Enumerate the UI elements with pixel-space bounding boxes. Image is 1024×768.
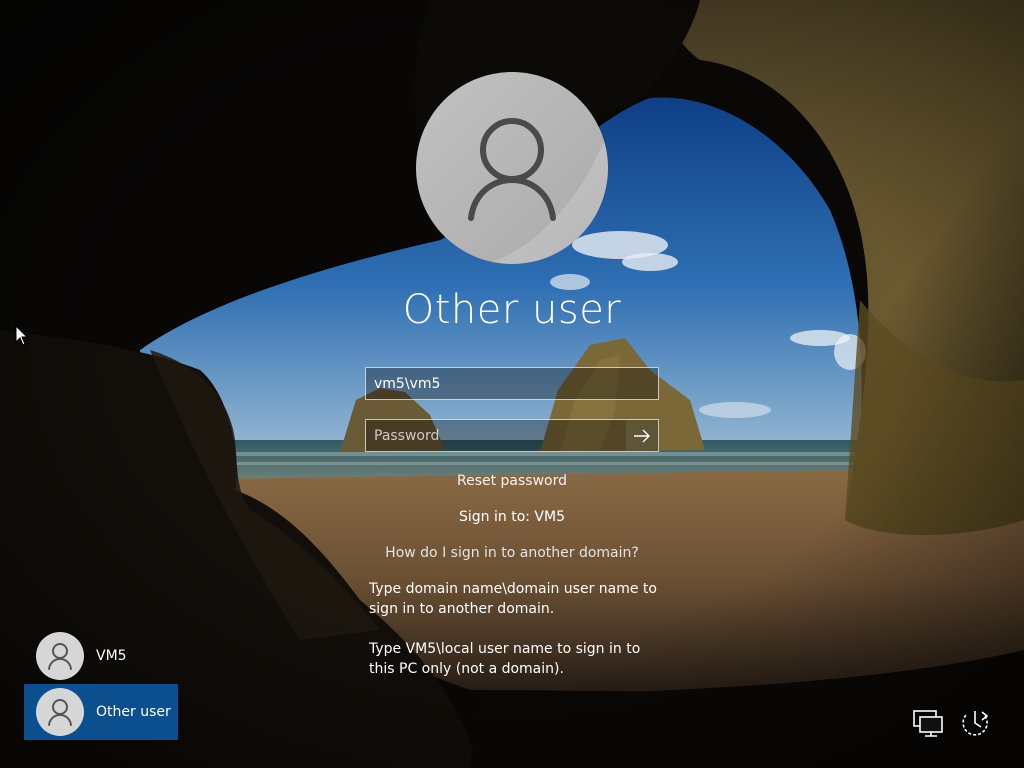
avatar bbox=[36, 688, 84, 736]
network-icon bbox=[913, 710, 943, 737]
submit-button[interactable] bbox=[626, 420, 658, 451]
sign-in-target-text: Sign in to: VM5 bbox=[459, 509, 565, 525]
user-avatar-icon bbox=[416, 72, 608, 264]
local-help-text: Type VM5\local user name to sign in to t… bbox=[369, 641, 641, 677]
reset-password-link[interactable]: Reset password bbox=[312, 472, 712, 490]
network-button[interactable] bbox=[911, 706, 945, 740]
user-tile-label: Other user bbox=[96, 704, 171, 720]
user-avatar-icon bbox=[36, 688, 84, 736]
user-tile-other-user[interactable]: Other user bbox=[24, 684, 178, 740]
user-avatar-icon bbox=[36, 632, 84, 680]
avatar bbox=[36, 632, 84, 680]
user-avatar bbox=[416, 72, 608, 264]
mouse-pointer-icon bbox=[15, 325, 29, 346]
user-tile-label: VM5 bbox=[96, 648, 127, 664]
lock-screen: Other user Reset password Sign in to: VM… bbox=[0, 0, 1024, 768]
user-tile-vm5[interactable]: VM5 bbox=[24, 628, 178, 684]
power-button[interactable] bbox=[958, 706, 992, 740]
password-field[interactable] bbox=[365, 419, 659, 452]
power-icon bbox=[962, 711, 989, 736]
other-domain-help-link[interactable]: How do I sign in to another domain? bbox=[312, 544, 712, 562]
domain-help-text: Type domain name\domain user name to sig… bbox=[369, 581, 657, 617]
username-input[interactable] bbox=[366, 368, 658, 399]
page-title: Other user bbox=[402, 287, 622, 333]
username-field[interactable] bbox=[365, 367, 659, 400]
arrow-right-icon bbox=[634, 429, 650, 442]
password-input[interactable] bbox=[366, 420, 628, 451]
